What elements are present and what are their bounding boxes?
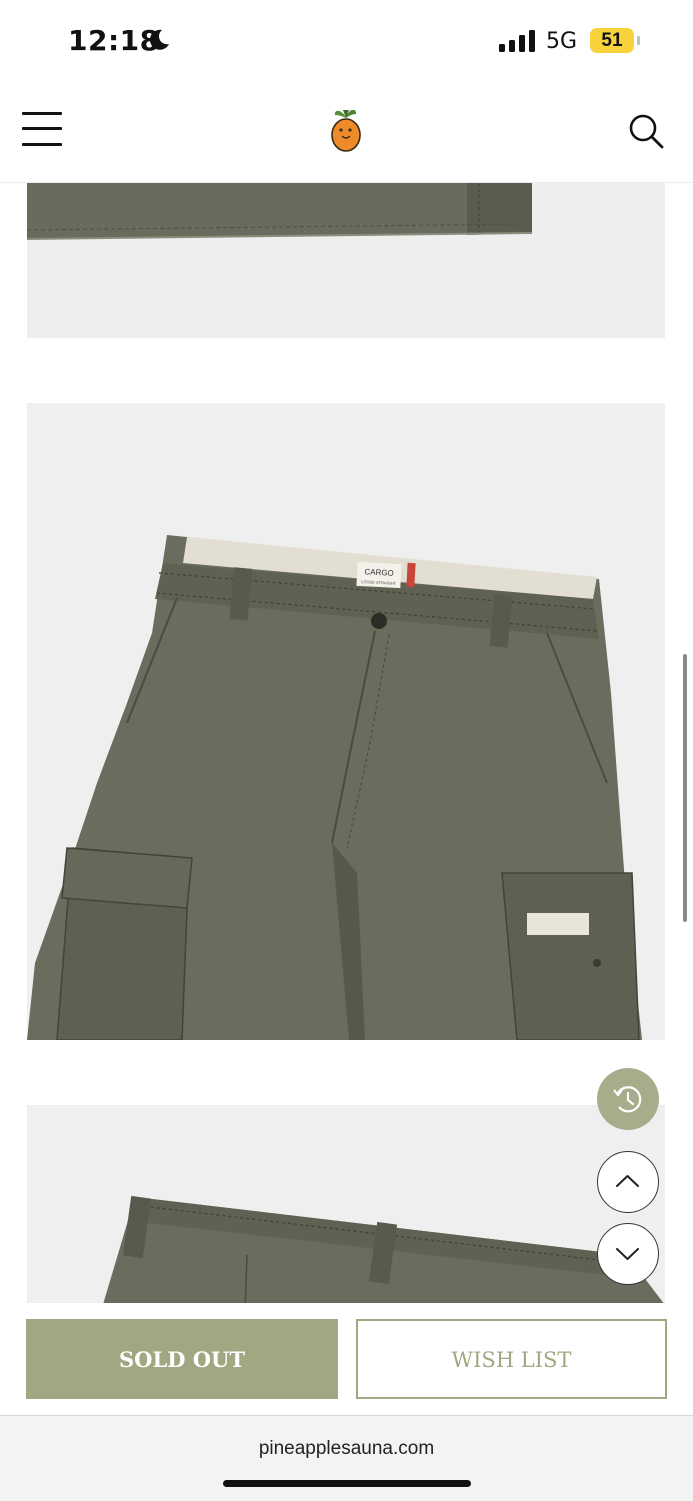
battery-cap [637,36,640,45]
site-header [0,82,693,183]
chevron-up-icon [616,1175,639,1187]
scrollbar[interactable] [683,654,687,922]
signal-icon [499,30,535,52]
search-icon[interactable] [627,112,665,150]
cargo-pants-waist-photo: CARGO LOOSE STRAIGHT [27,403,665,1040]
pants-bottom-hem-photo [27,183,665,338]
chevron-down-icon [616,1248,639,1260]
home-indicator[interactable] [223,1480,471,1487]
pineapple-logo[interactable] [326,104,366,154]
scroll-bottom-button[interactable] [597,1223,659,1285]
wish-list-button[interactable]: WISH LIST [356,1319,667,1399]
url-text[interactable]: pineapplesauna.com [0,1438,693,1460]
status-bar: 12:18 5G 51 [0,0,693,82]
recently-viewed-button[interactable] [597,1068,659,1130]
clock-icon [613,1086,642,1113]
hamburger-menu-icon[interactable] [22,110,62,148]
scroll-top-button[interactable] [597,1151,659,1213]
moon-icon [149,29,169,50]
cargo-pants-back-photo [27,1105,665,1303]
browser-address-bar[interactable]: pineapplesauna.com [0,1415,693,1501]
network-type: 5G [546,29,578,54]
battery-icon: 51 [590,28,634,53]
product-gallery[interactable]: CARGO LOOSE STRAIGHT [0,183,693,1303]
product-action-bar: SOLD OUT WISH LIST [0,1303,693,1415]
cargo-label-text: CARGO [364,567,394,578]
battery-level: 51 [601,30,623,51]
status-time: 12:18 [68,24,160,57]
sold-out-button[interactable]: SOLD OUT [26,1319,338,1399]
